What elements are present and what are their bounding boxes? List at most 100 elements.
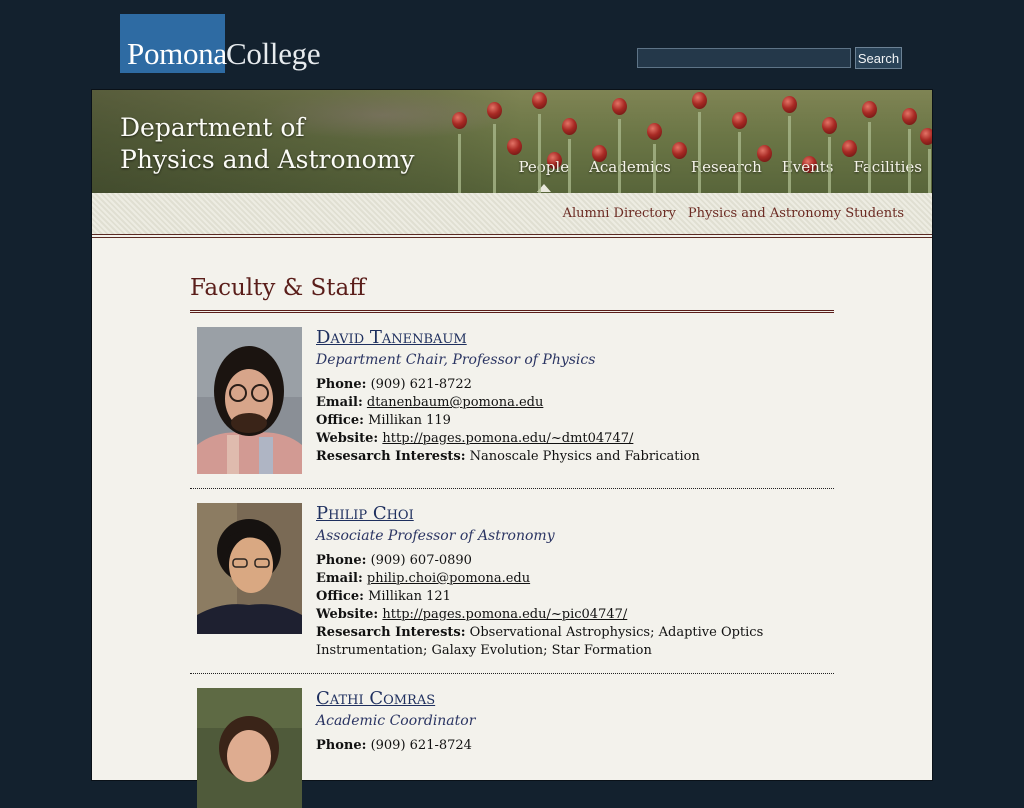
berry-decoration bbox=[822, 117, 837, 134]
content-frame: Department of Physics and Astronomy Peop… bbox=[92, 90, 932, 808]
office-label: Office: bbox=[316, 413, 364, 428]
berry-decoration bbox=[782, 96, 797, 113]
office-label: Office: bbox=[316, 589, 364, 604]
website-label: Website: bbox=[316, 607, 379, 622]
person-name-link[interactable]: Cathi Comras bbox=[316, 688, 435, 709]
person-info: Cathi Comras Academic Coordinator Phone:… bbox=[316, 688, 834, 808]
portrait-photo bbox=[197, 688, 302, 808]
portrait-image bbox=[197, 503, 302, 634]
berry-decoration bbox=[507, 138, 522, 155]
phone-value: (909) 621-8722 bbox=[370, 377, 472, 392]
berry-decoration bbox=[920, 128, 932, 145]
phone-row: Phone: (909) 621-8722 bbox=[316, 376, 834, 394]
sub-navigation: Alumni Directory Physics and Astronomy S… bbox=[92, 193, 932, 238]
interests-row: Resesarch Interests: Observational Astro… bbox=[316, 624, 834, 660]
portrait-photo bbox=[197, 327, 302, 474]
berry-decoration bbox=[562, 118, 577, 135]
office-row: Office: Millikan 121 bbox=[316, 588, 834, 606]
website-link[interactable]: http://pages.pomona.edu/~pic04747/ bbox=[382, 607, 627, 622]
department-title-line2: Physics and Astronomy bbox=[120, 145, 415, 174]
phone-label: Phone: bbox=[316, 738, 367, 753]
plant-stalk bbox=[618, 119, 621, 193]
plant-stalk bbox=[868, 122, 871, 193]
plant-stalk bbox=[738, 132, 741, 193]
email-label: Email: bbox=[316, 395, 363, 410]
logo-college: College bbox=[226, 36, 321, 71]
plant-stalk bbox=[928, 149, 931, 193]
subnav-alumni-directory[interactable]: Alumni Directory bbox=[563, 206, 676, 221]
pomona-college-logo[interactable]: Pomona College bbox=[120, 14, 321, 73]
berry-decoration bbox=[842, 140, 857, 157]
office-value: Millikan 119 bbox=[368, 413, 451, 428]
phone-row: Phone: (909) 621-8724 bbox=[316, 737, 834, 755]
person-info: Philip Choi Associate Professor of Astro… bbox=[316, 503, 834, 673]
email-link[interactable]: philip.choi@pomona.edu bbox=[367, 571, 530, 586]
phone-label: Phone: bbox=[316, 377, 367, 392]
berry-decoration bbox=[647, 123, 662, 140]
email-link[interactable]: dtanenbaum@pomona.edu bbox=[367, 395, 543, 410]
interests-label: Resesarch Interests: bbox=[316, 625, 466, 640]
website-label: Website: bbox=[316, 431, 379, 446]
person-entry: Philip Choi Associate Professor of Astro… bbox=[190, 489, 834, 674]
plant-stalk bbox=[538, 114, 541, 193]
berry-decoration bbox=[862, 101, 877, 118]
email-row: Email: dtanenbaum@pomona.edu bbox=[316, 394, 834, 412]
nav-events[interactable]: Events bbox=[772, 158, 844, 176]
plant-stalk bbox=[458, 134, 461, 193]
plant-stalk bbox=[698, 112, 701, 193]
website-row: Website: http://pages.pomona.edu/~pic047… bbox=[316, 606, 834, 624]
berry-decoration bbox=[692, 92, 707, 109]
main-content: Faculty & Staff David Tanenbaum Departme… bbox=[190, 270, 834, 808]
person-entry: Cathi Comras Academic Coordinator Phone:… bbox=[190, 674, 834, 808]
department-title-line1: Department of bbox=[120, 113, 305, 142]
subnav-links: Alumni Directory Physics and Astronomy S… bbox=[563, 206, 904, 221]
email-label: Email: bbox=[316, 571, 363, 586]
office-row: Office: Millikan 119 bbox=[316, 412, 834, 430]
berry-decoration bbox=[732, 112, 747, 129]
plant-stalk bbox=[568, 139, 571, 193]
plant-stalk bbox=[493, 124, 496, 193]
berry-decoration bbox=[672, 142, 687, 159]
search-form: Search bbox=[637, 47, 902, 69]
email-row: Email: philip.choi@pomona.edu bbox=[316, 570, 834, 588]
interests-label: Resesarch Interests: bbox=[316, 449, 466, 464]
plant-stalk bbox=[788, 116, 791, 193]
page-title: Faculty & Staff bbox=[190, 270, 834, 313]
person-title: Associate Professor of Astronomy bbox=[316, 528, 555, 544]
interests-value: Nanoscale Physics and Fabrication bbox=[469, 449, 700, 464]
berry-decoration bbox=[532, 92, 547, 109]
person-title: Department Chair, Professor of Physics bbox=[316, 352, 596, 368]
portrait-photo bbox=[197, 503, 302, 634]
person-name-link[interactable]: Philip Choi bbox=[316, 503, 414, 524]
search-button[interactable]: Search bbox=[855, 47, 902, 69]
person-entry: David Tanenbaum Department Chair, Profes… bbox=[190, 313, 834, 489]
berry-decoration bbox=[902, 108, 917, 125]
office-value: Millikan 121 bbox=[368, 589, 451, 604]
department-title[interactable]: Department of Physics and Astronomy bbox=[120, 112, 415, 176]
website-row: Website: http://pages.pomona.edu/~dmt047… bbox=[316, 430, 834, 448]
phone-value: (909) 621-8724 bbox=[370, 738, 472, 753]
nav-facilities[interactable]: Facilities bbox=[843, 158, 932, 176]
logo-pomona: Pomona bbox=[120, 14, 227, 73]
person-name-link[interactable]: David Tanenbaum bbox=[316, 327, 467, 348]
department-banner: Department of Physics and Astronomy Peop… bbox=[92, 90, 932, 193]
plant-stalk bbox=[653, 144, 656, 193]
berry-decoration bbox=[487, 102, 502, 119]
portrait-image bbox=[197, 688, 302, 808]
person-title: Academic Coordinator bbox=[316, 713, 476, 729]
interests-row: Resesarch Interests: Nanoscale Physics a… bbox=[316, 448, 834, 466]
subnav-students[interactable]: Physics and Astronomy Students bbox=[688, 206, 904, 221]
person-info: David Tanenbaum Department Chair, Profes… bbox=[316, 327, 834, 488]
plant-stalk bbox=[908, 129, 911, 193]
phone-value: (909) 607-0890 bbox=[370, 553, 472, 568]
phone-row: Phone: (909) 607-0890 bbox=[316, 552, 834, 570]
website-link[interactable]: http://pages.pomona.edu/~dmt04747/ bbox=[382, 431, 633, 446]
search-input[interactable] bbox=[637, 48, 851, 68]
berry-decoration bbox=[452, 112, 467, 129]
nav-research[interactable]: Research bbox=[681, 158, 772, 176]
plant-stalk bbox=[828, 137, 831, 193]
portrait-image bbox=[197, 327, 302, 474]
berry-decoration bbox=[612, 98, 627, 115]
phone-label: Phone: bbox=[316, 553, 367, 568]
nav-academics[interactable]: Academics bbox=[579, 158, 681, 176]
